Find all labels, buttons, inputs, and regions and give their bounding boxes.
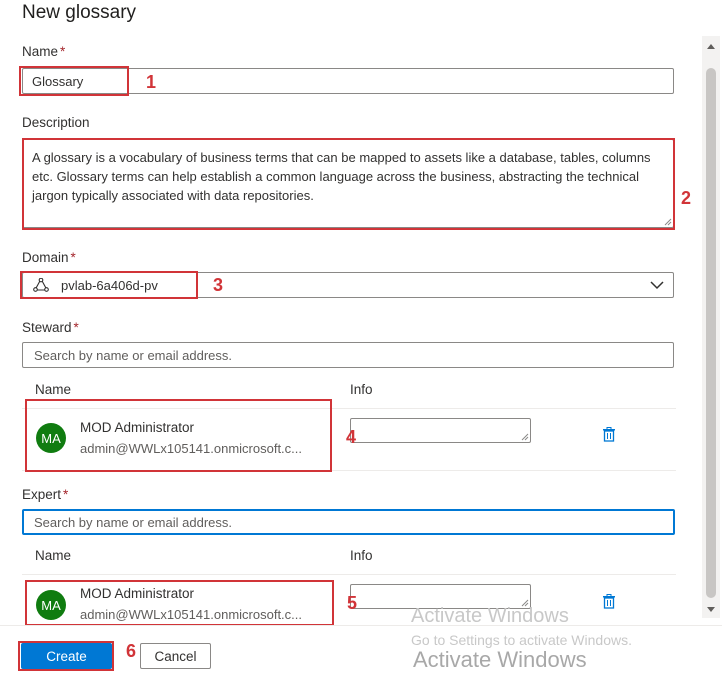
steward-search-input[interactable]: Search by name or email address. bbox=[22, 342, 674, 368]
resize-handle-icon[interactable] bbox=[521, 433, 529, 441]
scrollbar-track[interactable] bbox=[702, 36, 720, 618]
expert-col-name: Name bbox=[35, 548, 72, 563]
steward-col-name: Name bbox=[35, 382, 72, 397]
annotation-1: 1 bbox=[146, 72, 157, 92]
name-label: Name * bbox=[22, 44, 66, 59]
scroll-down-icon[interactable] bbox=[706, 606, 716, 614]
expert-label: Expert * bbox=[22, 487, 69, 502]
watermark-line-2: Go to Settings to activate Windows. bbox=[411, 632, 632, 648]
dialog-title: New glossary bbox=[22, 2, 137, 23]
expert-search-placeholder: Search by name or email address. bbox=[34, 515, 232, 530]
highlight-box-3 bbox=[20, 271, 198, 299]
annotation-2: 2 bbox=[681, 188, 692, 208]
delete-expert-icon[interactable] bbox=[602, 594, 616, 609]
steward-label: Steward * bbox=[22, 320, 79, 335]
expert-header-divider bbox=[22, 574, 676, 575]
annotation-6: 6 bbox=[126, 641, 137, 661]
steward-search-placeholder: Search by name or email address. bbox=[34, 348, 232, 363]
delete-steward-icon[interactable] bbox=[602, 427, 616, 442]
cancel-button[interactable]: Cancel bbox=[140, 643, 211, 669]
annotation-5: 5 bbox=[347, 593, 358, 613]
highlight-box-4 bbox=[25, 399, 332, 472]
chevron-down-icon bbox=[650, 281, 664, 290]
steward-col-info: Info bbox=[350, 382, 373, 397]
annotation-3: 3 bbox=[213, 275, 224, 295]
steward-info-input[interactable] bbox=[350, 418, 531, 443]
annotation-4: 4 bbox=[346, 427, 357, 447]
scrollbar-thumb[interactable] bbox=[706, 68, 716, 598]
expert-col-info: Info bbox=[350, 548, 373, 563]
highlight-box-2 bbox=[22, 138, 675, 230]
highlight-box-1 bbox=[19, 66, 129, 96]
scroll-up-icon[interactable] bbox=[706, 42, 716, 50]
watermark-line-1: Activate Windows bbox=[411, 605, 569, 627]
expert-search-input[interactable]: Search by name or email address. bbox=[22, 509, 675, 535]
description-label: Description bbox=[22, 115, 90, 130]
highlight-box-5 bbox=[25, 580, 334, 626]
watermark-line-3: Activate Windows bbox=[413, 647, 587, 672]
footer-divider bbox=[0, 625, 722, 626]
domain-label: Domain * bbox=[22, 250, 76, 265]
highlight-box-6 bbox=[18, 641, 114, 671]
